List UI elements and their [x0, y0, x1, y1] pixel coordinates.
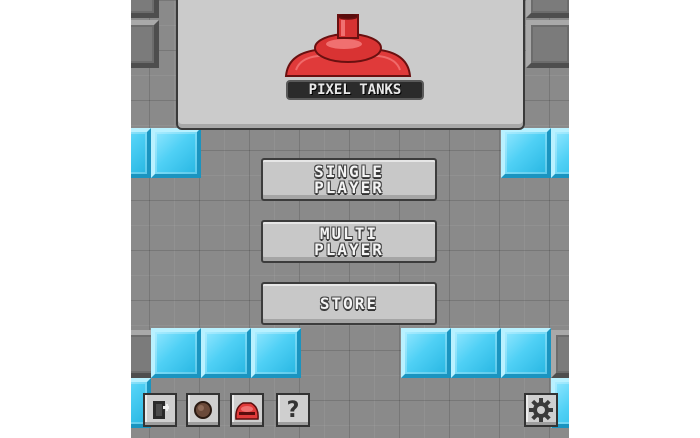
ice-block: [501, 328, 551, 378]
wall-block: [131, 0, 159, 18]
title-panel: PIXEL TANKS: [176, 0, 525, 130]
wall-block: [526, 20, 569, 68]
multi-player-label-line2: PLAYER: [314, 239, 384, 259]
ice-block: [501, 128, 551, 178]
single-player-button[interactable]: SINGLE PLAYER: [261, 158, 437, 201]
ice-block: [401, 328, 451, 378]
ice-block: [201, 328, 251, 378]
settings-gear-icon: [529, 398, 553, 422]
game-canvas: PIXEL TANKS SINGLE PLAYER MULTI PLAYER S…: [131, 0, 569, 438]
wall-block: [131, 20, 159, 68]
wall-block: [526, 0, 569, 18]
ice-block: [551, 128, 569, 178]
ice-block: [151, 328, 201, 378]
exit-button[interactable]: [143, 393, 177, 427]
multi-player-button[interactable]: MULTI PLAYER: [261, 220, 437, 263]
character-button[interactable]: [230, 393, 264, 427]
help-button[interactable]: ?: [276, 393, 310, 427]
ice-block: [451, 328, 501, 378]
store-button[interactable]: STORE: [261, 282, 437, 325]
wall-block: [551, 330, 569, 378]
ice-block: [131, 128, 151, 178]
red-character-icon: [235, 402, 259, 420]
store-label: STORE: [319, 293, 379, 313]
single-player-label-line2: PLAYER: [314, 177, 384, 197]
coins-button[interactable]: [186, 393, 220, 427]
tank-logo-icon: [284, 14, 412, 77]
settings-button[interactable]: [524, 393, 558, 427]
ice-block: [251, 328, 301, 378]
help-question-icon: ?: [286, 397, 300, 423]
door-exit-icon: [153, 401, 169, 419]
ice-block: [151, 128, 201, 178]
coin-icon: [194, 401, 212, 419]
game-title-logo: PIXEL TANKS: [286, 80, 424, 100]
